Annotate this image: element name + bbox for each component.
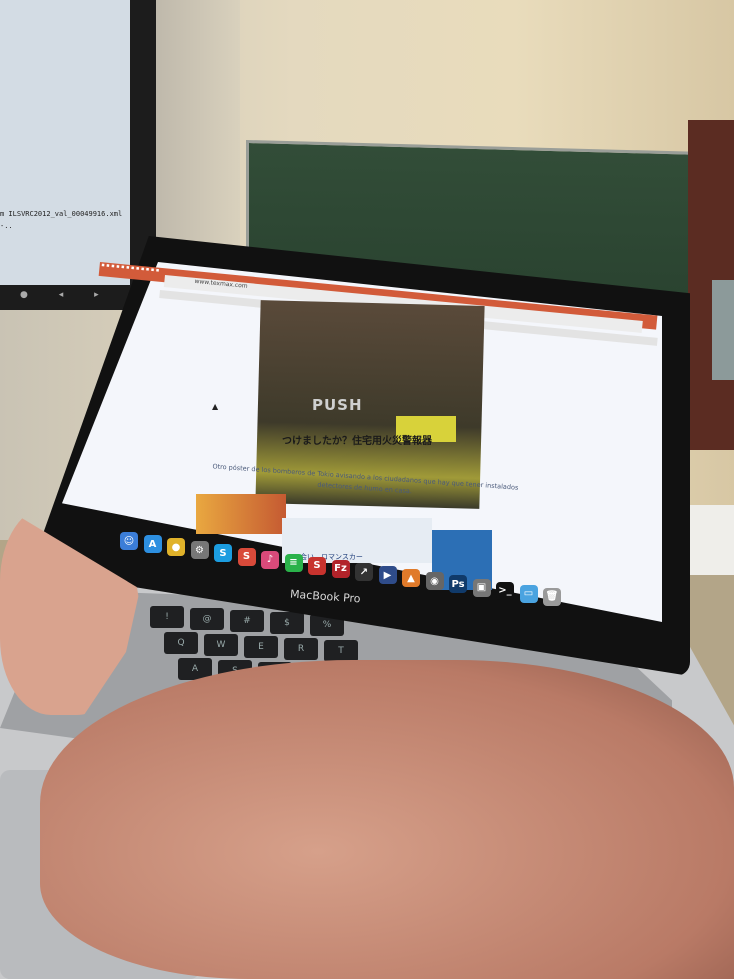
keyboard-key[interactable]: R	[284, 638, 318, 660]
trash-icon[interactable]: 🗑	[543, 587, 561, 606]
scrivener-icon[interactable]: S	[308, 556, 326, 575]
external-monitor-screen: m ILSVRC2012_val_00049916.xml -..	[0, 0, 130, 285]
mouse-cursor-icon: ▲	[212, 402, 219, 411]
keyboard-key[interactable]: Q	[164, 632, 198, 654]
folder-icon[interactable]: ▭	[519, 584, 538, 603]
terminal-icon[interactable]: >_	[496, 581, 514, 600]
slack-icon[interactable]: S	[237, 547, 256, 566]
keyboard-key[interactable]: W	[204, 634, 238, 656]
right-hand	[40, 660, 734, 979]
system-preferences-icon[interactable]: ⚙	[190, 541, 209, 560]
activity-monitor-icon[interactable]: ↗	[355, 563, 373, 581]
paper-sheet	[684, 505, 734, 575]
photoshop-icon[interactable]: Ps	[449, 575, 467, 594]
keyboard-key[interactable]: E	[244, 636, 278, 658]
poster-title: PUSH	[312, 396, 363, 414]
finder-icon[interactable]: ☺	[120, 532, 138, 550]
filezilla-icon[interactable]: Fz	[331, 559, 350, 578]
matlab-icon[interactable]: ▲	[402, 569, 420, 588]
skype-icon[interactable]: S	[214, 544, 232, 563]
spotify-icon[interactable]: ≡	[284, 553, 303, 572]
poster-japanese-text: つけましたか？住宅用火災警報器	[282, 436, 432, 447]
app-store-icon[interactable]: A	[143, 535, 162, 554]
external-monitor-text-line: -..	[0, 222, 13, 230]
quicktime-icon[interactable]: ▶	[378, 566, 397, 585]
dock[interactable]: ☺ A ● ⚙ S S ♪ ≡ S Fz ↗ ▶ ▲ ◉ Ps ▣ >_ ▭ 🗑	[112, 524, 592, 620]
itunes-icon[interactable]: ♪	[261, 550, 279, 569]
disk-utility-icon[interactable]: ◉	[425, 572, 444, 591]
door-window	[712, 280, 734, 380]
preview-icon[interactable]: ▣	[472, 578, 491, 597]
chrome-icon[interactable]: ●	[167, 538, 185, 557]
keyboard-key[interactable]: T	[324, 640, 358, 662]
external-monitor-text-line: m ILSVRC2012_val_00049916.xml	[0, 210, 123, 218]
